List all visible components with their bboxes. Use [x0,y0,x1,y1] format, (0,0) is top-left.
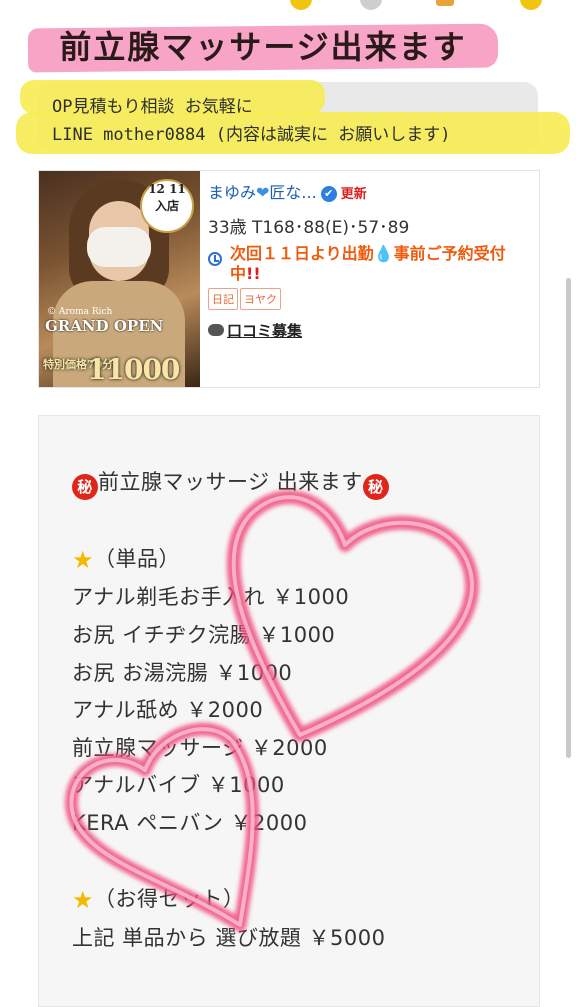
notice-line-1: OP見積もり相談 お気軽に [52,97,253,117]
droplet-icon: 💧 [373,244,394,263]
description-title: 前立腺マッサージ 出来ます [98,470,363,494]
profile-name[interactable]: まゆみ [208,183,256,202]
price-banner: 特別価格70分 11000 [39,353,200,387]
page-headline: 前立腺マッサージ出来ます [59,28,467,66]
headline-block: 前立腺マッサージ出来ます [27,18,499,73]
clock-icon [208,252,222,266]
scrollbar[interactable] [566,278,571,758]
menu-item: KERA ペニバン ￥2000 [72,811,308,835]
blue-heart-icon: ❤ [256,183,270,202]
secret-circle-icon: 秘 [72,474,98,500]
description-title-row: 秘前立腺マッサージ 出来ます秘 [72,466,389,500]
set-item: 上記 単品から 選び放題 ￥5000 [72,926,386,950]
badge-date: 12 11 [148,182,186,196]
tag-list: 日記 ヨヤク [208,288,533,310]
single-header: （単品） [94,547,181,571]
profile-card[interactable]: 12 11 入店 © Aroma Rich GRAND OPEN 特別価格70分… [38,170,540,388]
updated-label: 更新 [340,187,367,202]
top-icon-row [0,0,576,10]
profile-name-link[interactable]: まゆみ❤匠な... [208,183,317,202]
profile-stats: 33歳 T168･88(E)･57･89 [208,218,410,238]
menu-item: アナル剃毛お手入れ ￥1000 [72,585,350,609]
notice-line-2: LINE mother0884 (内容は誠実に お願いします) [52,125,451,145]
menu-item: お尻 イチヂク浣腸 ￥1000 [72,623,336,647]
single-header-row: ★（単品） [72,543,180,574]
shop-watermark: © Aroma Rich [47,307,113,317]
photo-mask [87,227,151,267]
badge-label: 入店 [154,199,179,213]
set-header: （お得セット） [94,887,245,911]
shift-text: 次回１１日より出勤 [230,244,374,263]
folder-icon[interactable] [436,0,454,6]
profile-photo[interactable]: 12 11 入店 © Aroma Rich GRAND OPEN 特別価格70分… [39,171,200,387]
profile-info: まゆみ❤匠な... ✔ 更新 33歳 T168･88(E)･57･89 次回１１日よ… [208,179,533,341]
price-value: 11000 [87,353,180,386]
shift-info: 次回１１日より出勤💧事前ご予約受付中!! [208,244,533,284]
secret-circle-icon-2: 秘 [362,474,389,500]
double-exclamation-icon: !! [246,264,261,283]
join-date-badge: 12 11 入店 [140,179,194,233]
name-row: まゆみ❤匠な... ✔ 更新 [208,179,533,205]
tag-reserve[interactable]: ヨヤク [240,288,281,310]
verified-check-icon: ✔ [320,186,337,202]
emoji-icon-2[interactable] [520,0,542,10]
grand-open-text: GRAND OPEN [45,317,164,335]
tag-diary[interactable]: 日記 [208,288,238,310]
star-icon: ★ [72,546,95,574]
menu-item: アナルバイブ ￥1000 [72,773,285,797]
speech-bubble-icon [208,324,224,336]
reviews-label[interactable]: 口コミ募集 [227,322,302,340]
circle-icon[interactable] [360,0,382,10]
emoji-icon[interactable] [290,0,312,10]
star-icon-2: ★ [72,886,95,914]
menu-item: アナル舐め ￥2000 [72,698,264,722]
set-header-row: ★（お得セット） [72,883,245,914]
menu-item: 前立腺マッサージ ￥2000 [72,736,328,760]
profile-name-suffix[interactable]: 匠な... [269,183,316,202]
menu-item: お尻 お湯浣腸 ￥1000 [72,661,293,685]
reviews-link[interactable]: 口コミ募集 [208,320,533,341]
